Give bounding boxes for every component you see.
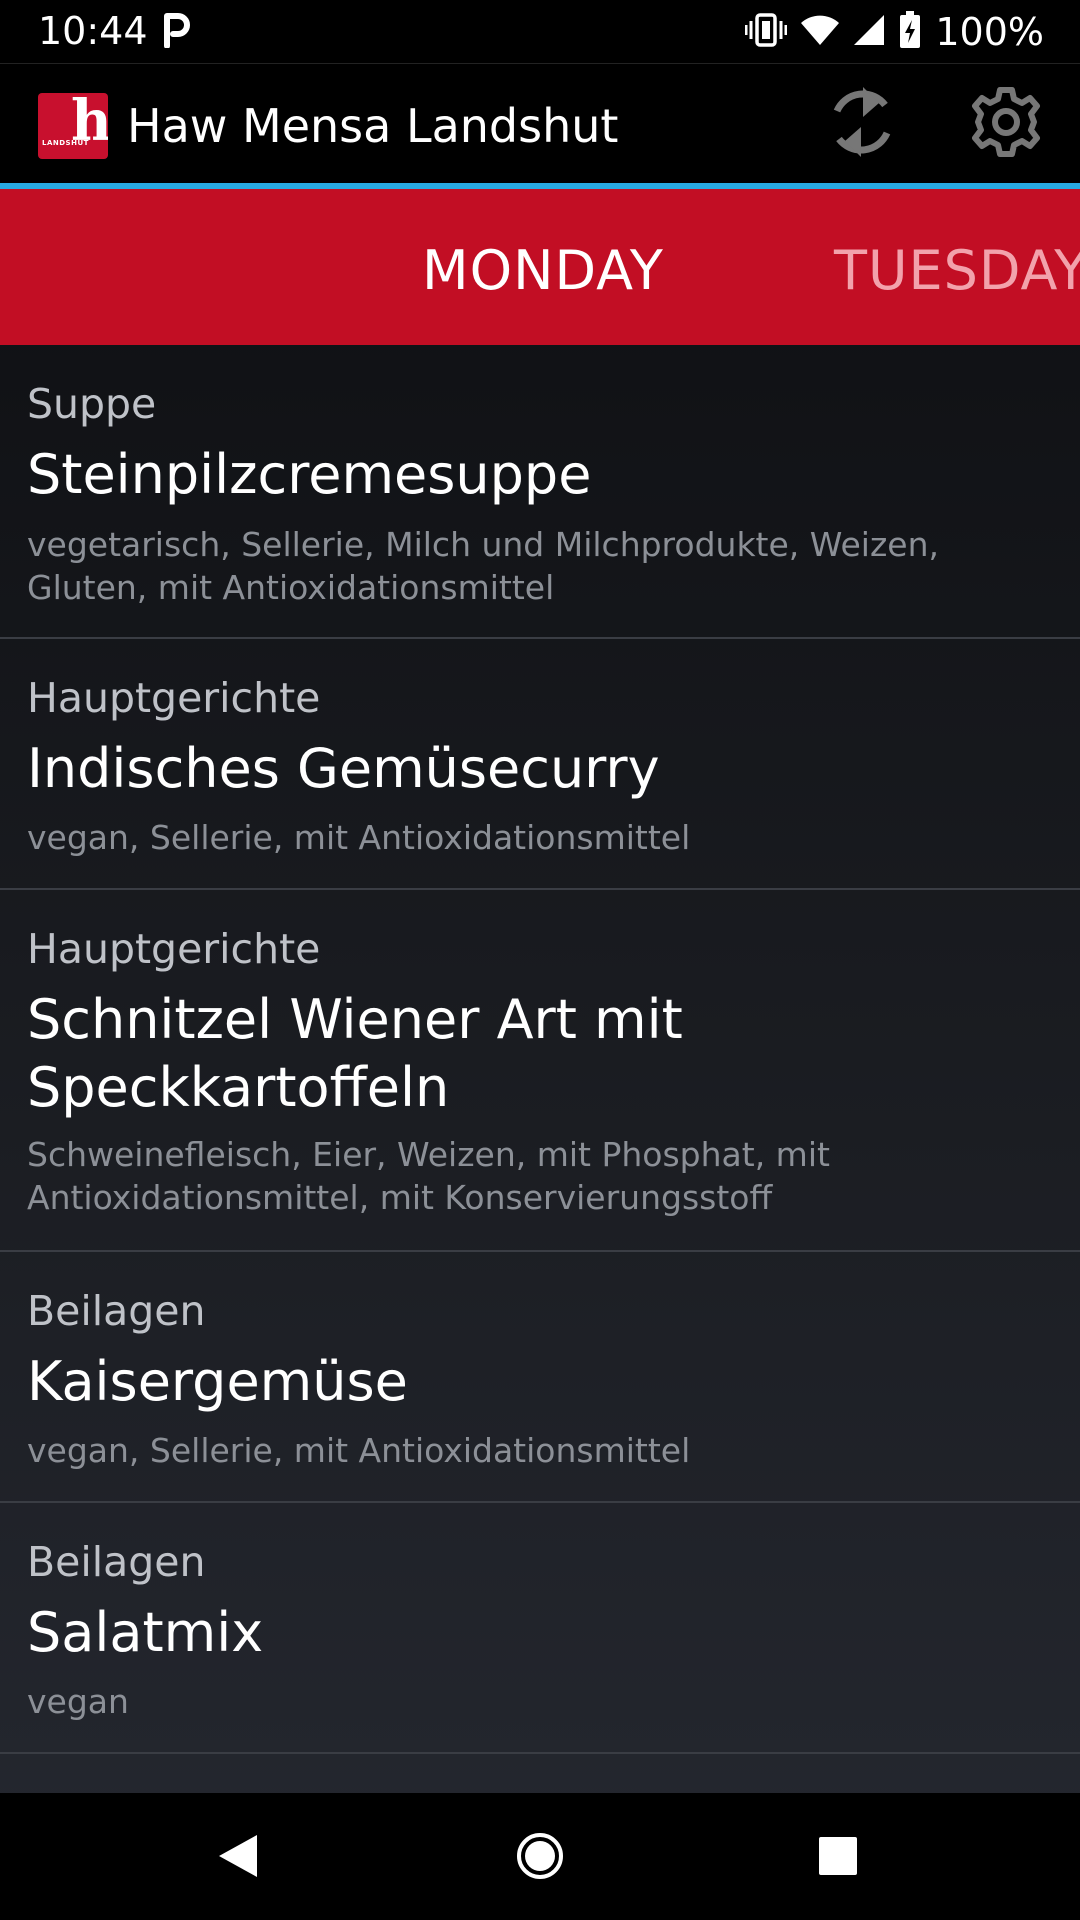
menu-dish: Salatmix: [27, 1601, 264, 1664]
menu-item[interactable]: Beilagen Salatmix vegan: [0, 1503, 1080, 1754]
recents-button[interactable]: [798, 1818, 878, 1898]
menu-dish: Schnitzel Wiener Art mit Speckkartoffeln: [27, 988, 683, 1119]
logo-text: LANDSHUT: [42, 139, 89, 147]
app-logo: h LANDSHUT: [38, 93, 108, 159]
status-time: 10:44: [38, 9, 148, 53]
tab-monday[interactable]: MONDAY: [422, 239, 664, 303]
battery-charging-icon: [899, 11, 921, 53]
status-bar: 10:44 100%: [0, 0, 1080, 63]
gear-icon: [971, 87, 1041, 161]
day-tab-bar: MONDAY TUESDAY: [0, 189, 1080, 345]
refresh-button[interactable]: [820, 80, 904, 168]
vibrate-icon: [744, 13, 788, 51]
menu-info: Schweinefleisch, Eier, Weizen, mit Phosp…: [27, 1135, 830, 1217]
menu-category: Hauptgerichte: [27, 674, 321, 722]
menu-category: Beilagen: [27, 1538, 206, 1586]
menu-info: vegan, Sellerie, mit Antioxidationsmitte…: [27, 1431, 691, 1470]
menu-info: vegan: [27, 1682, 129, 1721]
home-circle-icon: [515, 1831, 565, 1885]
menu-category: Beilagen: [27, 1287, 206, 1335]
screen: 10:44 100% h LANDSHUT Haw Mensa Landshut…: [0, 0, 1080, 1920]
back-button[interactable]: [198, 1818, 278, 1898]
settings-button[interactable]: [964, 80, 1048, 168]
menu-item[interactable]: Hauptgerichte Schnitzel Wiener Art mit S…: [0, 890, 1080, 1252]
menu-dish: Kaisergemüse: [27, 1350, 408, 1413]
app-bar: h LANDSHUT Haw Mensa Landshut: [0, 63, 1080, 185]
signal-icon: [853, 14, 885, 50]
menu-category: Hauptgerichte: [27, 925, 321, 973]
parking-notification-icon: [163, 12, 191, 52]
status-icons: 100%: [744, 8, 1044, 56]
back-triangle-icon: [217, 1833, 259, 1883]
menu-list: Suppe Steinpilzcremesuppe vegetarisch, S…: [0, 345, 1080, 1754]
menu-item[interactable]: Suppe Steinpilzcremesuppe vegetarisch, S…: [0, 345, 1080, 639]
menu-item[interactable]: Hauptgerichte Indisches Gemüsecurry vega…: [0, 639, 1080, 890]
tab-tuesday[interactable]: TUESDAY: [834, 239, 1080, 303]
menu-dish: Indisches Gemüsecurry: [27, 737, 660, 800]
menu-info: vegan, Sellerie, mit Antioxidationsmitte…: [27, 818, 691, 857]
recents-square-icon: [818, 1836, 858, 1880]
app-title: Haw Mensa Landshut: [127, 99, 619, 153]
battery-percent: 100%: [935, 10, 1044, 54]
menu-info: vegetarisch, Sellerie, Milch und Milchpr…: [27, 525, 939, 607]
menu-dish: Steinpilzcremesuppe: [27, 443, 592, 506]
home-button[interactable]: [500, 1818, 580, 1898]
refresh-icon: [827, 81, 897, 167]
menu-category: Suppe: [27, 380, 157, 428]
navigation-bar: [0, 1793, 1080, 1920]
wifi-icon: [801, 14, 840, 50]
menu-item[interactable]: Beilagen Kaisergemüse vegan, Sellerie, m…: [0, 1252, 1080, 1503]
